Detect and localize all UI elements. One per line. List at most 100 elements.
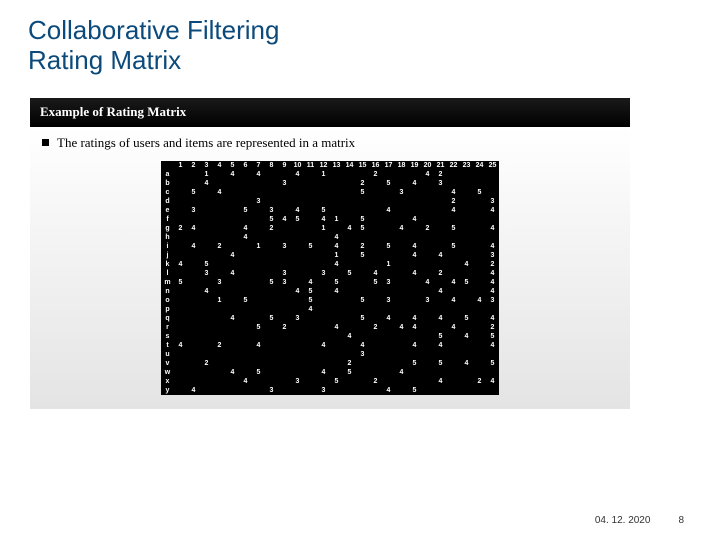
rating-cell [200, 251, 213, 260]
rating-cell [460, 305, 473, 314]
rating-cell [213, 323, 226, 332]
rating-cell: 5 [356, 296, 369, 305]
rating-cell: 2 [265, 224, 278, 233]
rating-cell [187, 179, 200, 188]
rating-cell [382, 359, 395, 368]
rating-cell [447, 368, 460, 377]
rating-cell [421, 233, 434, 242]
rating-cell [174, 233, 187, 242]
rating-cell [447, 341, 460, 350]
rating-cell [200, 296, 213, 305]
rating-cell [187, 269, 200, 278]
rating-cell: 4 [382, 206, 395, 215]
rating-cell [291, 269, 304, 278]
rating-cell [213, 377, 226, 386]
rating-cell: 4 [395, 368, 408, 377]
rating-cell [447, 314, 460, 323]
rating-cell [174, 206, 187, 215]
rating-cell [239, 323, 252, 332]
row-header: s [161, 332, 174, 341]
rating-cell [395, 197, 408, 206]
rating-cell [304, 377, 317, 386]
rating-cell: 3 [395, 188, 408, 197]
rating-cell: 4 [421, 170, 434, 179]
rating-cell [187, 314, 200, 323]
title-line-1: Collaborative Filtering [28, 16, 692, 46]
rating-cell [252, 386, 265, 395]
rating-cell [187, 323, 200, 332]
table-row: p4 [161, 305, 499, 314]
table-row: v225545 [161, 359, 499, 368]
rating-cell [200, 233, 213, 242]
rating-cell [421, 332, 434, 341]
rating-cell [473, 215, 486, 224]
column-header: 9 [278, 161, 291, 170]
rating-cell: 4 [317, 341, 330, 350]
rating-cell: 5 [304, 296, 317, 305]
rating-cell [408, 224, 421, 233]
rating-cell [434, 233, 447, 242]
column-header: 19 [408, 161, 421, 170]
rating-cell [317, 242, 330, 251]
table-row: u3 [161, 350, 499, 359]
rating-cell: 4 [434, 287, 447, 296]
rating-cell [343, 377, 356, 386]
rating-cell [317, 314, 330, 323]
rating-cell [304, 179, 317, 188]
rating-cell [265, 251, 278, 260]
rating-cell [343, 215, 356, 224]
rating-cell [460, 323, 473, 332]
rating-cell [174, 170, 187, 179]
panel-body: The ratings of users and items are repre… [30, 127, 630, 409]
rating-cell [213, 179, 226, 188]
rating-cell: 1 [252, 242, 265, 251]
rating-cell: 4 [382, 314, 395, 323]
rating-cell [447, 251, 460, 260]
rating-cell [447, 287, 460, 296]
rating-cell [447, 233, 460, 242]
rating-cell [200, 332, 213, 341]
bullet-item: The ratings of users and items are repre… [42, 135, 618, 151]
rating-cell [486, 368, 499, 377]
rating-cell: 4 [434, 314, 447, 323]
rating-cell [343, 188, 356, 197]
rating-cell [356, 368, 369, 377]
rating-cell [369, 242, 382, 251]
rating-cell [486, 215, 499, 224]
column-header: 23 [460, 161, 473, 170]
rating-cell [174, 350, 187, 359]
row-header: j [161, 251, 174, 260]
column-header: 10 [291, 161, 304, 170]
rating-cell [317, 197, 330, 206]
rating-cell: 3 [200, 269, 213, 278]
rating-cell: 4 [187, 386, 200, 395]
rating-cell: 1 [317, 224, 330, 233]
table-row: h44 [161, 233, 499, 242]
rating-cell [187, 251, 200, 260]
rating-cell: 2 [369, 323, 382, 332]
rating-cell: 4 [408, 251, 421, 260]
rating-cell: 4 [486, 242, 499, 251]
row-header: b [161, 179, 174, 188]
rating-cell: 4 [226, 314, 239, 323]
row-header: e [161, 206, 174, 215]
rating-cell [291, 224, 304, 233]
rating-cell: 1 [200, 170, 213, 179]
rating-cell [421, 359, 434, 368]
content-panel: Example of Rating Matrix The ratings of … [30, 98, 630, 409]
rating-cell: 3 [278, 269, 291, 278]
rating-cell [460, 197, 473, 206]
rating-cell [434, 368, 447, 377]
rating-cell [200, 368, 213, 377]
rating-cell [369, 305, 382, 314]
table-row: n445444 [161, 287, 499, 296]
rating-cell [473, 368, 486, 377]
rating-cell [369, 314, 382, 323]
rating-cell [226, 215, 239, 224]
column-header: 8 [265, 161, 278, 170]
rating-cell [460, 368, 473, 377]
rating-cell [304, 188, 317, 197]
rating-cell [265, 197, 278, 206]
rating-cell: 2 [174, 224, 187, 233]
rating-cell: 4 [226, 251, 239, 260]
